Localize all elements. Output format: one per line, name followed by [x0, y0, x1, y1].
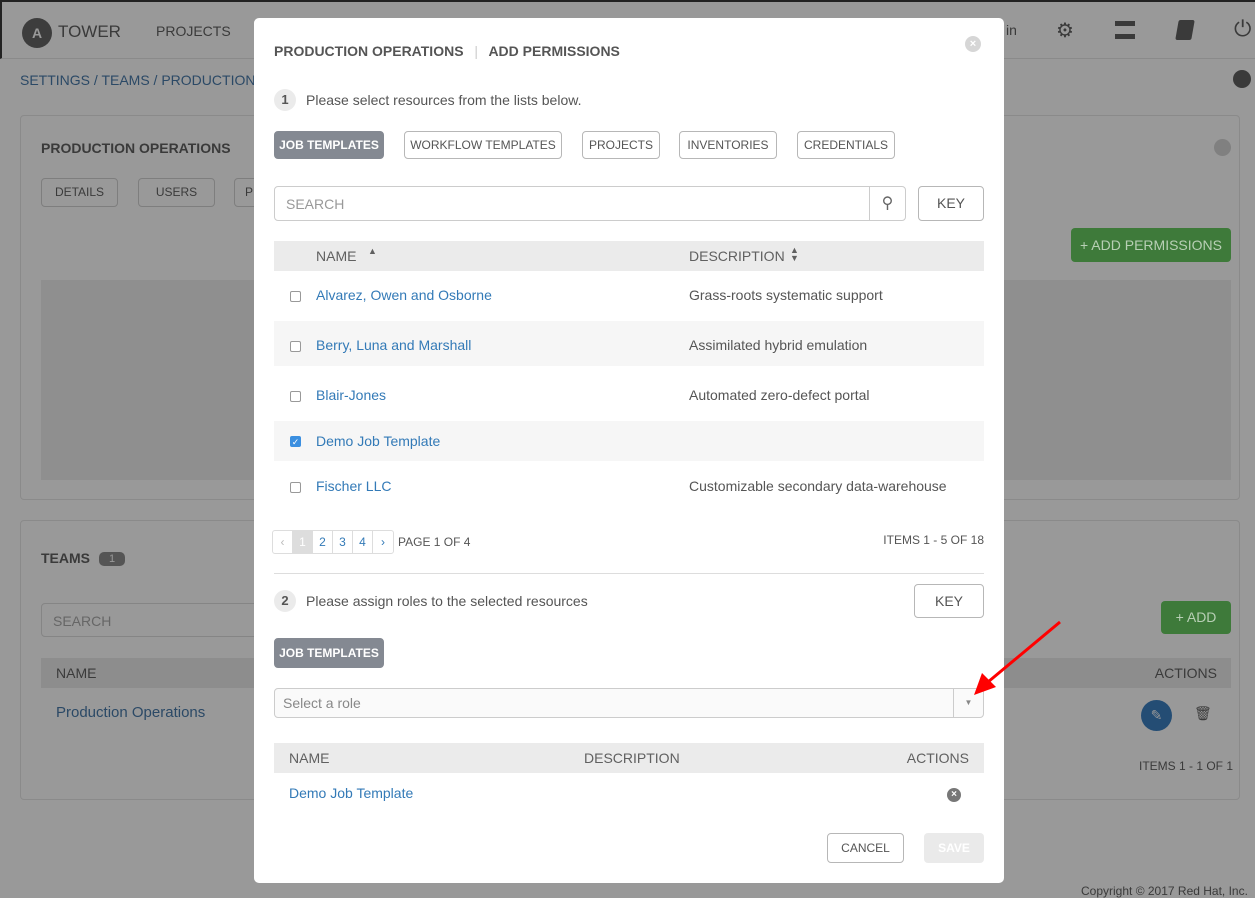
- tab-job-templates-roles[interactable]: JOB TEMPLATES: [274, 638, 384, 668]
- title-divider: |: [474, 43, 479, 59]
- step-2-text: Please assign roles to the selected reso…: [306, 593, 588, 609]
- brand[interactable]: TOWER: [58, 22, 121, 42]
- page-label: PAGE 1 OF 4: [398, 535, 471, 549]
- remove-icon[interactable]: ×: [947, 788, 961, 802]
- tab-projects[interactable]: PROJECTS: [582, 131, 660, 159]
- book-icon[interactable]: [1175, 20, 1195, 40]
- close-icon[interactable]: [1214, 139, 1231, 156]
- key-button[interactable]: KEY: [918, 186, 984, 221]
- prev-page[interactable]: ‹: [273, 531, 293, 553]
- teams-title: TEAMS: [41, 550, 90, 566]
- row-checkbox[interactable]: [290, 482, 301, 493]
- teams-search-input[interactable]: SEARCH: [41, 603, 281, 637]
- row-name[interactable]: Alvarez, Owen and Osborne: [316, 287, 492, 303]
- sort-up-icon[interactable]: ▲: [368, 246, 377, 256]
- step-1-badge: 1: [274, 89, 296, 111]
- tab-users[interactable]: USERS: [138, 178, 215, 207]
- page-2[interactable]: 2: [313, 531, 333, 553]
- row-description: Customizable secondary data-warehouse: [689, 478, 947, 494]
- row-name[interactable]: Berry, Luna and Marshall: [316, 337, 471, 353]
- row-description: Assimilated hybrid emulation: [689, 337, 868, 353]
- row-name[interactable]: Fischer LLC: [316, 478, 391, 494]
- breadcrumb: SETTINGS / TEAMS / PRODUCTION: [20, 72, 255, 88]
- col-actions: ACTIONS: [1154, 665, 1217, 681]
- step-2-badge: 2: [274, 590, 296, 612]
- resource-table-header: NAME ▲ DESCRIPTION ▲ ▼: [274, 241, 984, 271]
- annotation-arrow: [974, 620, 1061, 695]
- breadcrumb-production[interactable]: PRODUCTION: [161, 72, 255, 88]
- next-page[interactable]: ›: [373, 531, 393, 553]
- row-name[interactable]: Demo Job Template: [316, 433, 440, 449]
- col-name[interactable]: NAME: [316, 248, 356, 264]
- items-count: ITEMS 1 - 5 OF 18: [883, 533, 984, 547]
- cancel-button[interactable]: CANCEL: [827, 833, 904, 863]
- copyright: Copyright © 2017 Red Hat, Inc.: [1081, 884, 1248, 898]
- add-permissions-button[interactable]: + ADD PERMISSIONS: [1071, 228, 1231, 262]
- trash-icon[interactable]: 🗑: [1194, 705, 1212, 722]
- search-input[interactable]: SEARCH: [274, 186, 870, 221]
- col-description[interactable]: DESCRIPTION: [689, 248, 785, 264]
- row-checkbox[interactable]: [290, 341, 301, 352]
- search-icon[interactable]: ⚲: [869, 186, 906, 221]
- col-actions: ACTIONS: [906, 750, 969, 766]
- selected-table-header: NAME DESCRIPTION ACTIONS: [274, 743, 984, 773]
- role-select-placeholder: Select a role: [283, 695, 361, 711]
- modal-title-team: PRODUCTION OPERATIONS: [274, 43, 464, 59]
- col-name: NAME: [289, 750, 330, 766]
- tower-logo[interactable]: A: [22, 18, 52, 48]
- col-name[interactable]: NAME: [56, 665, 96, 681]
- row-description: Automated zero-defect portal: [689, 387, 870, 403]
- page-1[interactable]: 1: [293, 531, 313, 553]
- tab-inventories[interactable]: INVENTORIES: [679, 131, 777, 159]
- gear-icon[interactable]: ⚙: [1056, 18, 1074, 43]
- table-row: Blair-Jones Automated zero-defect portal: [274, 371, 984, 416]
- selected-row-name[interactable]: Demo Job Template: [289, 785, 413, 801]
- tab-workflow-templates[interactable]: WORKFLOW TEMPLATES: [404, 131, 562, 159]
- tab-job-templates[interactable]: JOB TEMPLATES: [274, 131, 384, 159]
- row-checkbox[interactable]: [290, 291, 301, 302]
- pagination: ‹ 1 2 3 4 ›: [272, 530, 394, 554]
- arrow-shaft: [987, 620, 1061, 684]
- activity-icon[interactable]: [1233, 70, 1251, 88]
- nav-user[interactable]: in: [1006, 22, 1017, 38]
- server-icon[interactable]: [1115, 21, 1135, 39]
- tab-details[interactable]: DETAILS: [41, 178, 118, 207]
- page-4[interactable]: 4: [353, 531, 373, 553]
- teams-items-count: ITEMS 1 - 1 OF 1: [1139, 759, 1234, 773]
- sort-both-icon[interactable]: ▲ ▼: [790, 246, 799, 263]
- teams-count-badge: 1: [99, 552, 125, 566]
- row-description: Grass-roots systematic support: [689, 287, 883, 303]
- table-row: Fischer LLC Customizable secondary data-…: [274, 466, 984, 511]
- row-checkbox[interactable]: [290, 391, 301, 402]
- modal-title-action: ADD PERMISSIONS: [488, 43, 620, 59]
- power-icon[interactable]: ⏻: [1234, 16, 1251, 42]
- key-button-2[interactable]: KEY: [914, 584, 984, 618]
- role-select[interactable]: Select a role ▼: [274, 688, 984, 718]
- divider: [274, 573, 984, 574]
- edit-icon[interactable]: ✎: [1141, 700, 1172, 731]
- breadcrumb-settings[interactable]: SETTINGS /: [20, 72, 98, 88]
- panel-title: PRODUCTION OPERATIONS: [41, 140, 231, 156]
- table-row: Alvarez, Owen and Osborne Grass-roots sy…: [274, 271, 984, 316]
- save-button[interactable]: SAVE: [924, 833, 984, 863]
- nav-projects[interactable]: PROJECTS: [156, 23, 231, 39]
- breadcrumb-teams[interactable]: TEAMS /: [101, 72, 157, 88]
- team-row-name[interactable]: Production Operations: [56, 704, 205, 721]
- row-checkbox-checked[interactable]: ✓: [290, 436, 301, 447]
- page-3[interactable]: 3: [333, 531, 353, 553]
- tab-credentials[interactable]: CREDENTIALS: [797, 131, 895, 159]
- add-team-button[interactable]: + ADD: [1161, 601, 1231, 634]
- add-permissions-modal: PRODUCTION OPERATIONS | ADD PERMISSIONS …: [254, 18, 1004, 883]
- row-name[interactable]: Blair-Jones: [316, 387, 386, 403]
- modal-title: PRODUCTION OPERATIONS | ADD PERMISSIONS: [274, 43, 620, 59]
- close-icon[interactable]: ×: [965, 36, 981, 52]
- table-row: Berry, Luna and Marshall Assimilated hyb…: [274, 321, 984, 366]
- col-description: DESCRIPTION: [584, 750, 680, 766]
- step-1-text: Please select resources from the lists b…: [306, 92, 582, 108]
- table-row: ✓ Demo Job Template: [274, 421, 984, 461]
